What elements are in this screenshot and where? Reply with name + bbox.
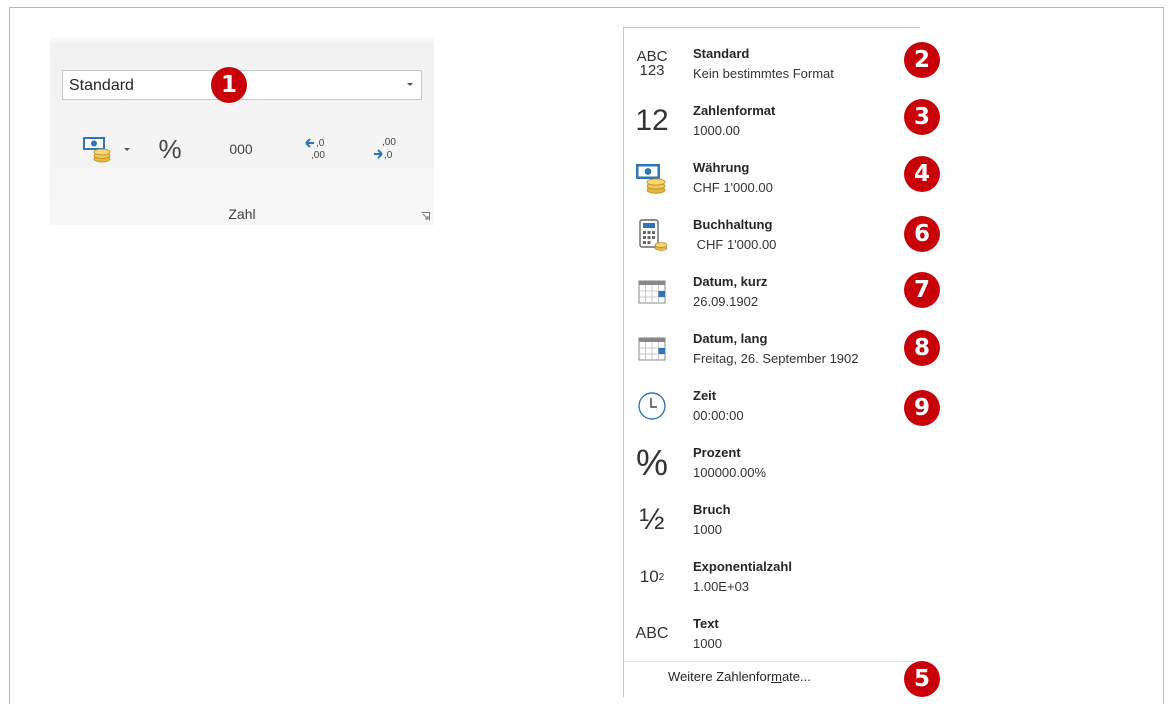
menu-item-sample: CHF 1'000.00 [693, 180, 773, 195]
menu-item-date-short[interactable]: Datum, kurz 26.09.1902 [624, 262, 920, 319]
clock-icon [632, 386, 672, 426]
accounting-format-button[interactable] [80, 134, 132, 164]
menu-item-time[interactable]: Zeit 00:00:00 [624, 376, 920, 433]
menu-item-standard[interactable]: ABC 123 Standard Kein bestimmtes Format [624, 34, 920, 91]
menu-divider [624, 661, 920, 662]
currency-icon [83, 137, 111, 163]
menu-item-label: Text [693, 616, 719, 631]
dialog-launcher-icon[interactable] [421, 212, 430, 221]
callout-marker-7: 7 [904, 272, 940, 308]
more-number-formats-link[interactable]: Weitere Zahlenformate... [668, 669, 811, 684]
increase-decimal-icon: ,0 ,00 [305, 138, 325, 161]
menu-item-sample: 100000.00% [693, 465, 767, 480]
menu-item-sample: 26.09.1902 [693, 294, 759, 309]
currency-icon [632, 158, 672, 198]
menu-item-fraction[interactable]: ½ Bruch 1000 [624, 490, 920, 547]
comma-style-button[interactable]: 000 [222, 136, 260, 162]
callout-marker-5: 5 [904, 661, 940, 697]
percent-icon: % [635, 442, 668, 483]
percent-style-button[interactable]: % [154, 132, 186, 166]
callout-marker-3: 3 [904, 99, 940, 135]
menu-item-label: Datum, kurz [693, 274, 768, 289]
decrease-decimal-icon: ,00 ,0 [374, 137, 396, 161]
svg-text:,0: ,0 [316, 138, 325, 149]
menu-item-label: Buchhaltung [693, 217, 773, 232]
calculator-icon [632, 215, 672, 255]
number-format-menu: ABC 123 Standard Kein bestimmtes Format 1… [623, 27, 920, 697]
chevron-down-icon[interactable] [124, 147, 130, 151]
fraction-icon: ½ [639, 503, 665, 536]
menu-item-sample: 1000.00 [693, 123, 740, 138]
menu-item-sample: 1.00E+03 [693, 579, 750, 594]
decrease-decimal-button[interactable]: ,00 ,0 [369, 132, 403, 166]
increase-decimal-button[interactable]: ,0 ,00 [300, 132, 334, 166]
calendar-icon [632, 329, 672, 369]
svg-text:,00: ,00 [311, 150, 325, 161]
number-format-value: Standard [69, 77, 134, 94]
menu-item-label: Zahlenformat [693, 103, 776, 118]
callout-marker-1: 1 [211, 67, 247, 103]
menu-item-number[interactable]: 12 Zahlenformat 1000.00 [624, 91, 920, 148]
menu-item-label: Prozent [693, 445, 741, 460]
exponent-icon: 10 2 [639, 567, 665, 586]
callout-marker-4: 4 [904, 156, 940, 192]
menu-item-sample: 1000 [693, 522, 722, 537]
text-abc-icon: ABC [635, 625, 669, 642]
menu-item-percent[interactable]: % Prozent 100000.00% [624, 433, 920, 490]
menu-item-text[interactable]: ABC Text 1000 [624, 604, 920, 661]
menu-item-label: Standard [693, 46, 750, 61]
menu-item-sample: 00:00:00 [693, 408, 744, 423]
callout-marker-9: 9 [904, 390, 940, 426]
callout-marker-2: 2 [904, 42, 940, 78]
menu-item-sample: Kein bestimmtes Format [693, 66, 834, 81]
menu-item-label: Währung [693, 160, 750, 175]
menu-item-label: Zeit [693, 388, 717, 403]
abc-123-icon: ABC 123 [636, 48, 668, 79]
menu-item-accounting[interactable]: Buchhaltung CHF 1'000.00 [624, 205, 920, 262]
chevron-down-icon [407, 83, 413, 86]
menu-item-sample: Freitag, 26. September 1902 [693, 351, 859, 366]
menu-item-label: Bruch [693, 502, 731, 517]
number-12-icon: 12 [635, 104, 669, 137]
svg-text:,00: ,00 [382, 137, 396, 148]
number-ribbon-group: Standard % 000 ,0 ,00 ,00 ,0 Zahl [50, 36, 434, 225]
calendar-icon [632, 272, 672, 312]
menu-item-date-long[interactable]: Datum, lang Freitag, 26. September 1902 [624, 319, 920, 376]
menu-item-label: Exponentialzahl [693, 559, 792, 574]
group-label: Zahl [228, 206, 256, 222]
svg-text:,0: ,0 [384, 150, 393, 161]
callout-marker-8: 8 [904, 330, 940, 366]
menu-item-currency[interactable]: Währung CHF 1'000.00 [624, 148, 920, 205]
callout-marker-6: 6 [904, 216, 940, 252]
menu-item-scientific[interactable]: 10 2 Exponentialzahl 1.00E+03 [624, 547, 920, 604]
menu-item-sample: CHF 1'000.00 [693, 237, 777, 252]
menu-item-label: Datum, lang [693, 331, 768, 346]
menu-item-sample: 1000 [693, 636, 722, 651]
